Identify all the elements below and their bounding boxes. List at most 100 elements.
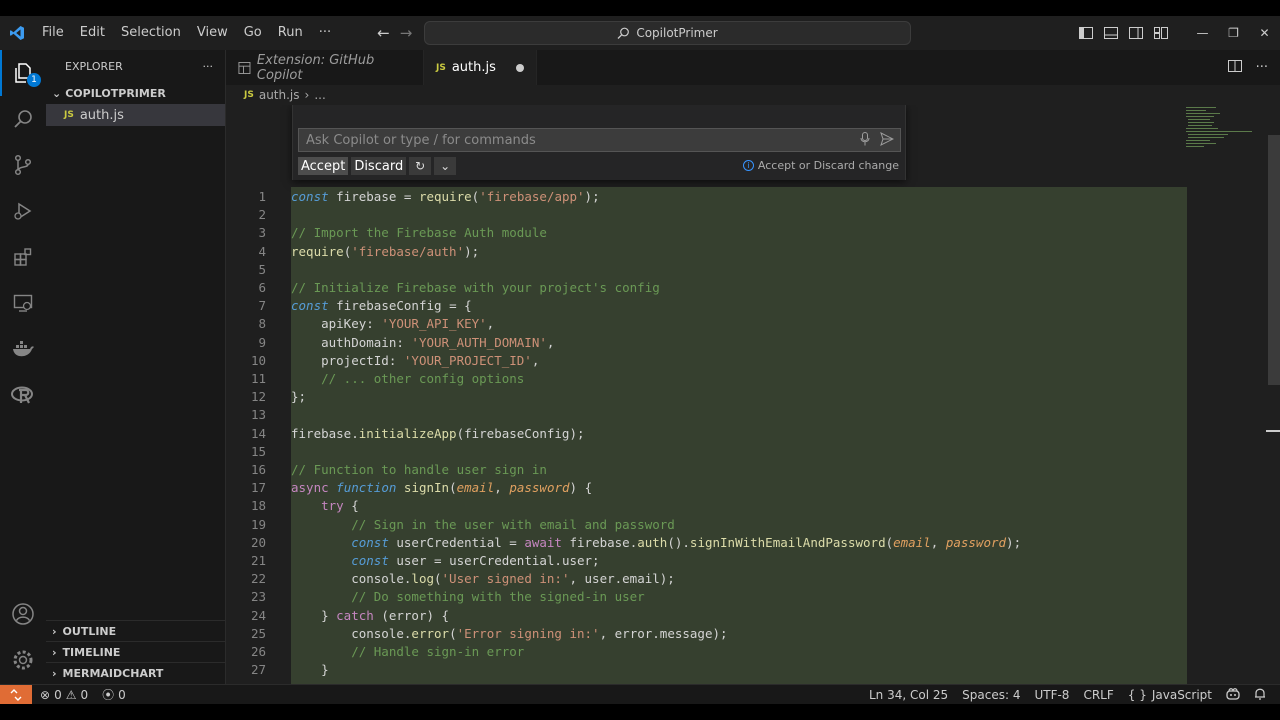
docker-icon[interactable] [0, 326, 46, 372]
menu-more[interactable]: ··· [311, 16, 339, 50]
warning-icon: ⚠ [65, 687, 77, 702]
section-outline[interactable]: › OUTLINE [46, 620, 226, 641]
menu-edit[interactable]: Edit [72, 16, 113, 50]
r-language-icon[interactable] [0, 372, 46, 418]
command-center-search[interactable]: CopilotPrimer [424, 21, 911, 45]
discard-button[interactable]: Discard [351, 157, 407, 175]
remote-indicator-icon[interactable] [0, 684, 32, 705]
search-view-icon[interactable] [0, 96, 46, 142]
toggle-secondary-sidebar-icon[interactable] [1123, 27, 1148, 39]
code-token: email [893, 534, 931, 550]
menu-file[interactable]: File [34, 16, 72, 50]
send-icon[interactable] [880, 132, 895, 150]
code-line[interactable]: 9 authDomain: 'YOUR_AUTH_DOMAIN', [226, 334, 1280, 352]
code-line[interactable]: 17 async function signIn(email, password)… [226, 479, 1280, 497]
end-of-line[interactable]: CRLF [1083, 688, 1113, 702]
code-line[interactable]: 26 // Handle sign-in error [226, 643, 1280, 661]
problems-indicator[interactable]: ⊗ 0 ⚠ 0 [40, 688, 88, 702]
code-line[interactable]: 24 } catch (error) { [226, 607, 1280, 625]
code-line[interactable]: 18 try { [226, 497, 1280, 515]
code-line[interactable]: 13 [226, 406, 1280, 424]
code-line[interactable]: 2 [226, 206, 1280, 224]
code-line[interactable]: 6 // Initialize Firebase with your projec… [226, 279, 1280, 297]
menu-selection[interactable]: Selection [113, 16, 189, 50]
breadcrumb-symbols[interactable]: ... [314, 88, 325, 102]
minimize-icon[interactable]: — [1187, 26, 1218, 40]
file-item-auth-js[interactable]: JS auth.js [46, 104, 225, 126]
indentation[interactable]: Spaces: 4 [962, 688, 1020, 702]
code-line[interactable]: 25 console.error('Error signing in:', er… [226, 625, 1280, 643]
code-line[interactable]: 4 require('firebase/auth'); [226, 243, 1280, 261]
code-line[interactable]: 21 const user = userCredential.user; [226, 552, 1280, 570]
language-mode[interactable]: { } JavaScript [1128, 688, 1212, 702]
menu-run[interactable]: Run [270, 16, 311, 50]
code-line[interactable]: 1 const firebase = require('firebase/app'… [226, 188, 1280, 206]
unsaved-dot-icon[interactable] [516, 63, 524, 72]
encoding[interactable]: UTF-8 [1034, 688, 1069, 702]
manage-gear-icon[interactable] [0, 637, 46, 683]
line-number: 7 [258, 298, 266, 314]
remote-explorer-icon[interactable] [0, 280, 46, 326]
regenerate-icon[interactable]: ↻ [409, 157, 432, 175]
code-line[interactable]: 12}; [226, 388, 1280, 406]
status-right: Ln 34, Col 25 Spaces: 4 UTF-8 CRLF { } J… [869, 685, 1266, 705]
code-line[interactable]: 27 } [226, 661, 1280, 679]
code-line[interactable]: 14 firebase.initializeApp(firebaseConfig)… [226, 425, 1280, 443]
code-line[interactable]: 10 projectId: 'YOUR_PROJECT_ID', [226, 352, 1280, 370]
chevron-down-icon: ⌄ [52, 86, 62, 100]
code-line[interactable]: 23 // Do something with the signed-in us… [226, 588, 1280, 606]
code-text: const firebaseConfig = { [291, 297, 472, 315]
code-token: 'firebase/app' [479, 189, 585, 204]
copilot-chat-input[interactable] [306, 132, 846, 148]
cursor-position[interactable]: Ln 34, Col 25 [869, 688, 948, 702]
workspace-folder[interactable]: ⌄ COPILOTPRIMER [46, 82, 225, 104]
notifications-bell-icon[interactable] [1254, 687, 1266, 703]
code-line[interactable]: 22 console.log('User signed in:', user.e… [226, 570, 1280, 588]
code-token: userCredential = [388, 534, 525, 550]
breadcrumb-file[interactable]: auth.js [259, 88, 300, 102]
chevron-down-icon[interactable]: ⌄ [434, 157, 457, 175]
run-debug-icon[interactable] [0, 188, 46, 234]
menu-view[interactable]: View [189, 16, 236, 50]
minimap[interactable] [1186, 105, 1266, 165]
split-editor-icon[interactable] [1227, 59, 1242, 76]
accept-button[interactable]: Accept [298, 157, 349, 175]
tab-extension-copilot[interactable]: Extension: GitHub Copilot [226, 50, 424, 85]
extensions-icon[interactable] [0, 234, 46, 280]
code-line[interactable]: 19 // Sign in the user with email and pa… [226, 516, 1280, 534]
explorer-icon[interactable]: 1 [0, 50, 46, 96]
restore-icon[interactable]: ❐ [1218, 26, 1249, 40]
back-arrow-icon[interactable]: ← [377, 24, 390, 42]
line-number: 11 [250, 371, 266, 386]
code-line[interactable]: 11 // ... other config options [226, 370, 1280, 388]
copilot-icon[interactable] [1226, 687, 1240, 703]
code-line[interactable]: 15 [226, 443, 1280, 461]
code-token: signIn [403, 480, 450, 496]
section-mermaidchart[interactable]: › MERMAIDCHART [46, 662, 226, 683]
section-timeline[interactable]: › TIMELINE [46, 641, 226, 662]
code-line[interactable]: 3 // Import the Firebase Auth module [226, 224, 1280, 242]
toggle-primary-sidebar-icon[interactable] [1073, 27, 1098, 39]
tab-auth-js[interactable]: JS auth.js [424, 50, 537, 85]
explorer-more-icon[interactable]: ··· [203, 60, 214, 73]
source-control-icon[interactable] [0, 142, 46, 188]
toggle-panel-icon[interactable] [1098, 27, 1123, 39]
vertical-scrollbar[interactable] [1268, 135, 1280, 385]
forward-arrow-icon[interactable]: → [400, 24, 413, 42]
menu-go[interactable]: Go [236, 16, 270, 50]
code-line[interactable]: 8 apiKey: 'YOUR_API_KEY', [226, 315, 1280, 333]
code-editor[interactable]: Accept Discard ↻ ⌄ i Accept or Discard c… [226, 105, 1280, 684]
editor-more-icon[interactable]: ··· [1256, 60, 1268, 75]
line-number: 5 [258, 261, 266, 277]
customize-layout-icon[interactable] [1148, 27, 1173, 39]
ports-indicator[interactable]: ⦿ 0 [102, 686, 126, 703]
accounts-icon[interactable] [0, 591, 46, 637]
code-line[interactable]: 7 const firebaseConfig = { [226, 297, 1280, 315]
code-token: // Import the Firebase Auth module [291, 225, 547, 241]
microphone-icon[interactable] [860, 132, 870, 150]
close-window-icon[interactable]: ✕ [1249, 26, 1280, 40]
code-line[interactable]: 16 // Function to handle user sign in [226, 461, 1280, 479]
code-line[interactable]: 20 const userCredential = await firebase… [226, 534, 1280, 552]
breadcrumb-separator-icon: › [304, 88, 310, 102]
code-line[interactable]: 5 [226, 261, 1280, 279]
